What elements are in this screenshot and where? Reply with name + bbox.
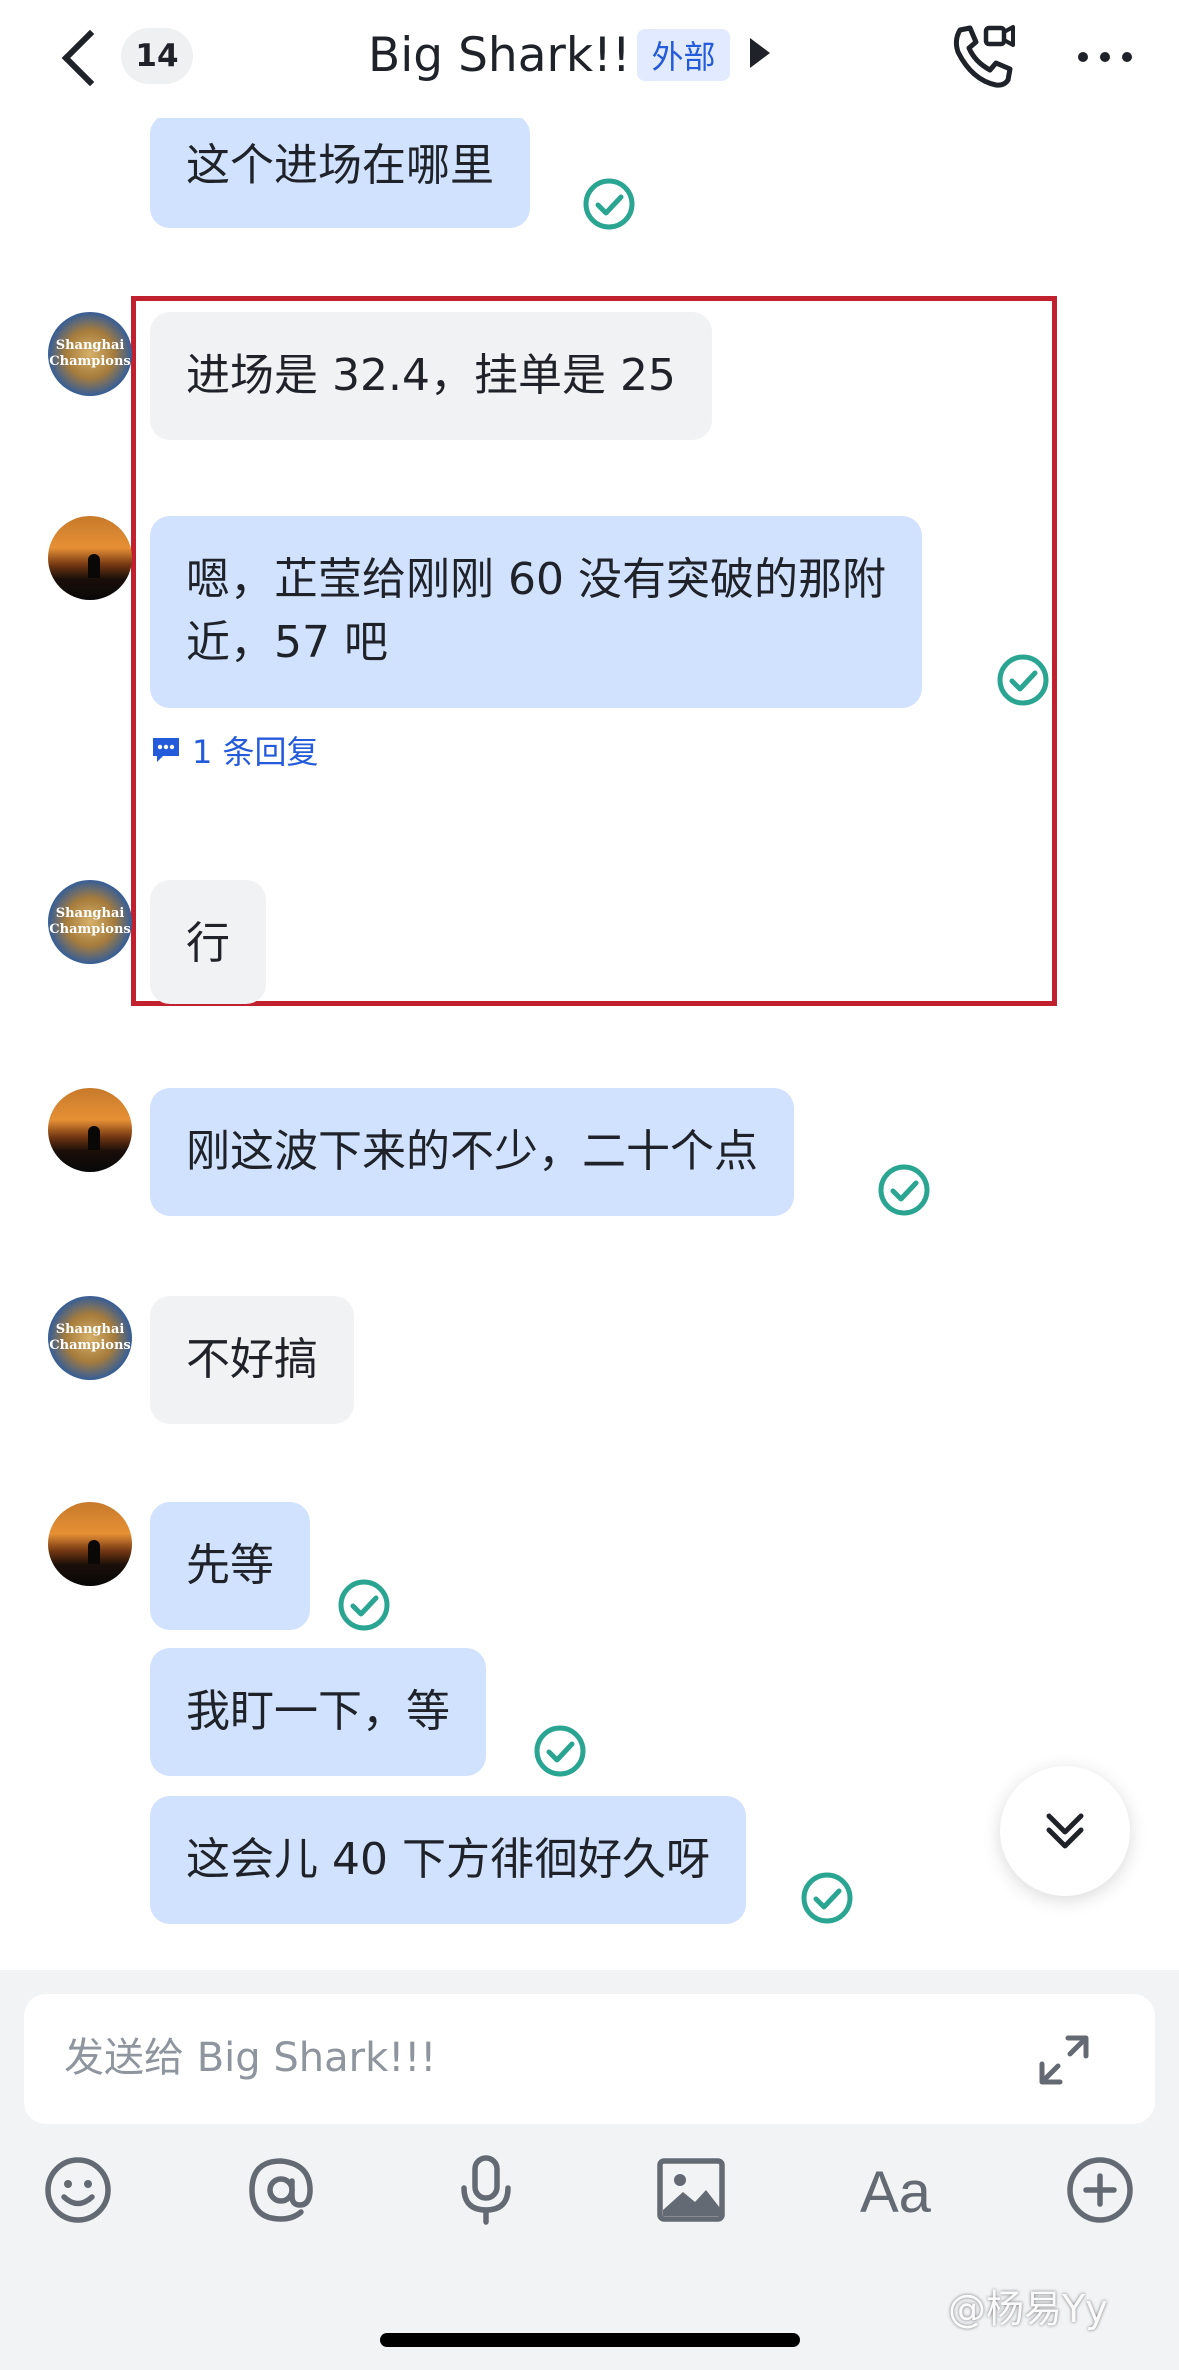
microphone-icon[interactable] — [448, 2152, 524, 2228]
message-input[interactable]: 发送给 Big Shark!!! — [24, 1994, 1155, 2124]
message-bubble[interactable]: 嗯，芷莹给刚刚 60 没有突破的那附 近，57 吧 — [150, 516, 922, 708]
unread-count-badge[interactable]: 14 — [121, 28, 193, 84]
message-text: 进场是 32.4，挂单是 25 — [186, 350, 676, 401]
reply-bubble-icon — [153, 738, 179, 762]
avatar[interactable]: Shanghai Champions — [48, 880, 132, 964]
chat-title[interactable]: Big Shark!!! — [368, 26, 650, 86]
message-bubble[interactable]: 我盯一下，等 — [150, 1648, 486, 1776]
dot-icon — [1100, 52, 1110, 62]
dot-icon — [1078, 52, 1088, 62]
input-placeholder: 发送给 Big Shark!!! — [64, 2035, 437, 2081]
message-text: 先等 — [186, 1540, 274, 1591]
expand-fullscreen-icon[interactable] — [1034, 2030, 1094, 2090]
message-bubble[interactable]: 这个进场在哪里 — [150, 118, 530, 228]
video-call-button[interactable] — [946, 20, 1020, 94]
read-check-icon — [583, 178, 635, 230]
mention-icon[interactable] — [243, 2152, 319, 2228]
read-check-icon — [997, 654, 1049, 706]
scroll-to-bottom-button[interactable] — [1000, 1766, 1130, 1896]
avatar[interactable]: Shanghai Champions — [48, 312, 132, 396]
emoji-icon[interactable] — [40, 2152, 116, 2228]
external-tag: 外部 — [637, 29, 730, 81]
read-check-icon — [338, 1579, 390, 1631]
chat-header: 14 Big Shark!!! 外部 — [0, 0, 1179, 118]
message-text: 这会儿 40 下方徘徊好久呀 — [186, 1834, 710, 1885]
avatar[interactable] — [48, 516, 132, 600]
more-options-button[interactable] — [1070, 40, 1140, 74]
message-text: 行 — [186, 918, 230, 969]
phone-video-icon — [953, 25, 1015, 88]
message-list[interactable]: 这个进场在哪里 Shanghai Champions 进场是 32.4，挂单是 … — [0, 118, 1179, 1970]
message-bubble[interactable]: 先等 — [150, 1502, 310, 1630]
message-text: 这个进场在哪里 — [186, 140, 494, 191]
thread-reply-link[interactable]: 1 条回复 — [150, 730, 319, 771]
watermark: @杨易Yy — [948, 2287, 1108, 2331]
message-bubble[interactable]: 行 — [150, 880, 266, 1004]
message-bubble[interactable]: 这会儿 40 下方徘徊好久呀 — [150, 1796, 746, 1924]
message-text: 我盯一下，等 — [186, 1686, 450, 1737]
message-bubble[interactable]: 进场是 32.4，挂单是 25 — [150, 312, 712, 440]
message-text: 刚这波下来的不少，二十个点 — [186, 1126, 758, 1177]
read-check-icon — [801, 1872, 853, 1924]
read-check-icon — [534, 1725, 586, 1777]
image-icon[interactable] — [653, 2152, 729, 2228]
avatar[interactable] — [48, 1088, 132, 1172]
message-text-line: 嗯，芷莹给刚刚 60 没有突破的那附 — [186, 554, 886, 605]
message-text-line: 近，57 吧 — [186, 617, 388, 668]
home-indicator[interactable] — [380, 2333, 800, 2347]
avatar[interactable]: Shanghai Champions — [48, 1296, 132, 1380]
read-check-icon — [878, 1164, 930, 1216]
font-style-icon[interactable]: Aa — [860, 2158, 931, 2228]
dot-icon — [1122, 52, 1132, 62]
message-bubble[interactable]: 不好搞 — [150, 1296, 354, 1424]
expand-arrow-icon[interactable] — [750, 38, 770, 68]
message-text: 不好搞 — [186, 1334, 318, 1385]
double-chevron-down-icon — [1046, 1813, 1084, 1849]
reply-count-text: 1 条回复 — [192, 733, 319, 771]
message-bubble[interactable]: 刚这波下来的不少，二十个点 — [150, 1088, 794, 1216]
back-button[interactable] — [56, 22, 106, 94]
plus-icon[interactable] — [1062, 2152, 1138, 2228]
avatar[interactable] — [48, 1502, 132, 1586]
